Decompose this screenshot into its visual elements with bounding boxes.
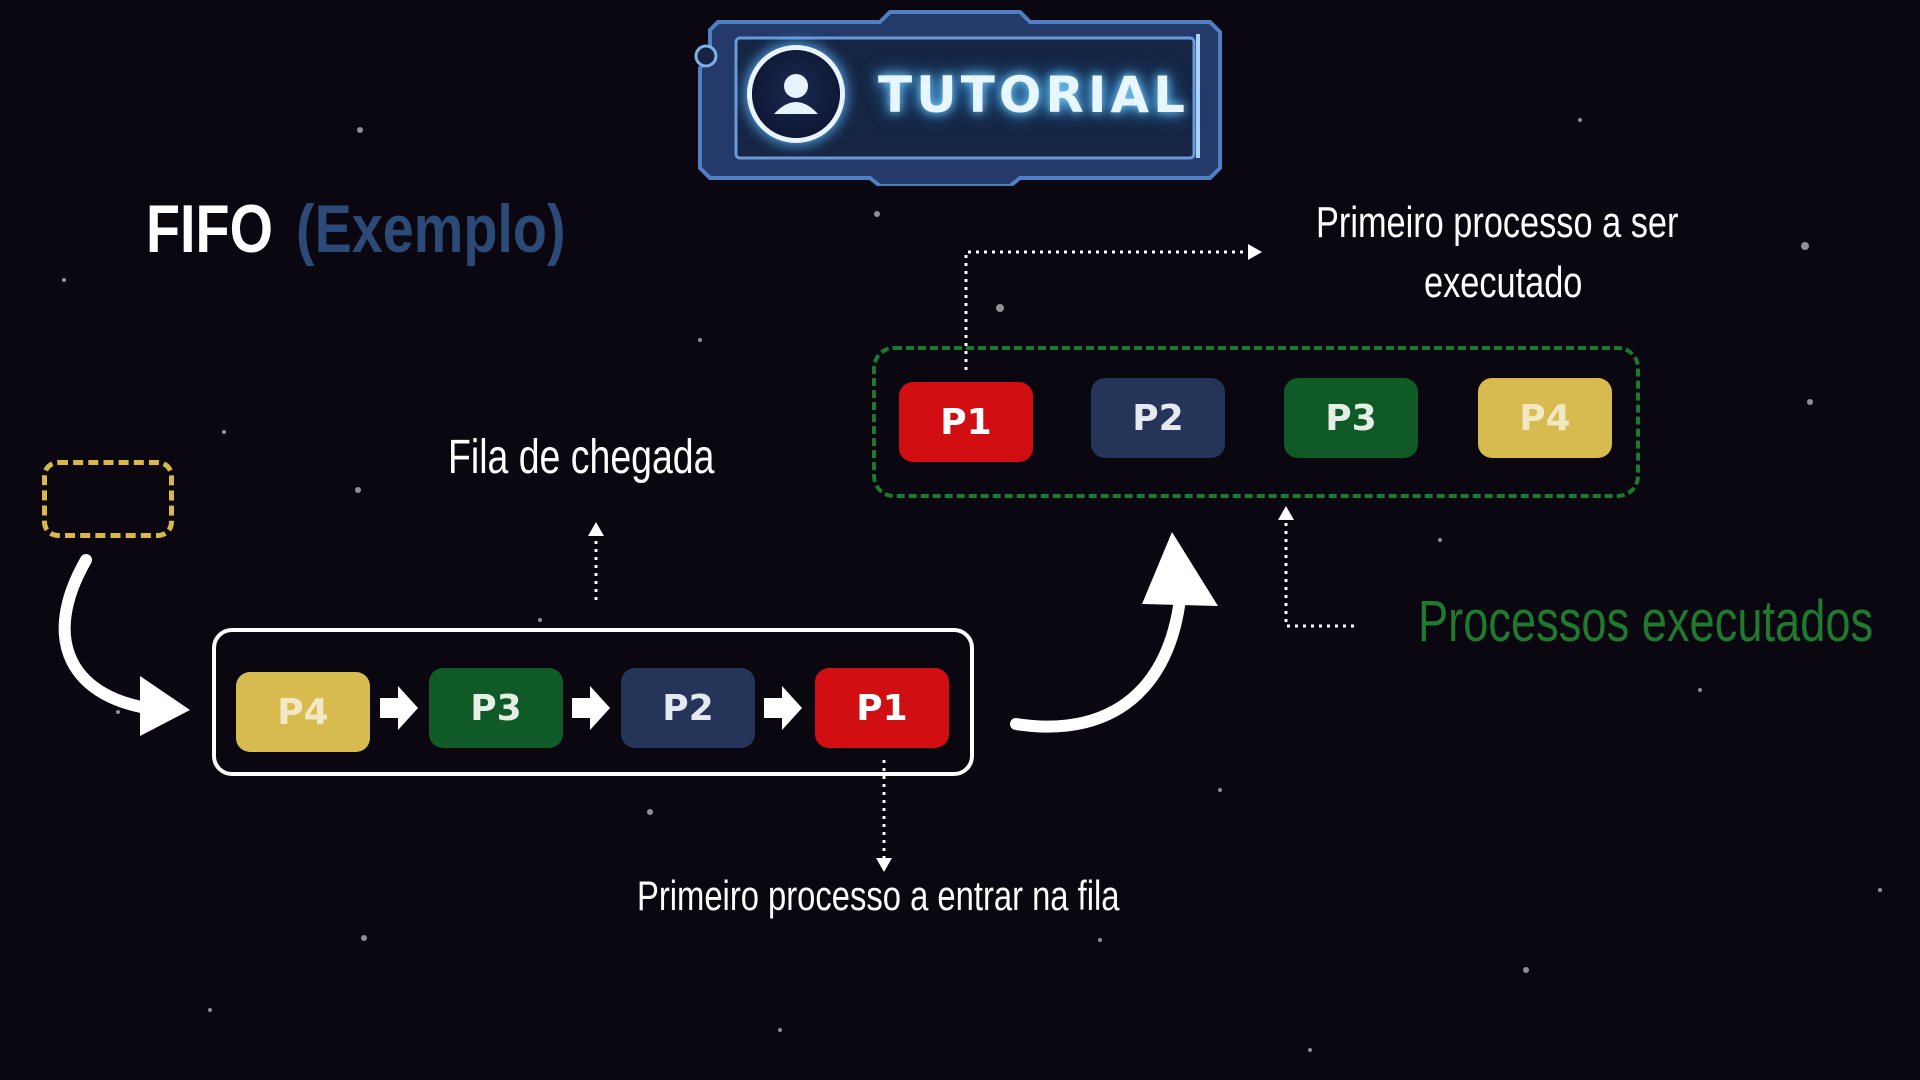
arrowhead-icon (876, 858, 892, 872)
arrowhead-icon (1278, 506, 1294, 520)
dotted-connector (1284, 516, 1354, 628)
right-arrow-icon (572, 686, 610, 730)
dotted-connector (964, 250, 1252, 370)
arrowhead-icon (1248, 244, 1262, 260)
diagram-connectors (58, 244, 1354, 872)
curved-arrow-head (1142, 532, 1218, 606)
arrowhead-icon (588, 522, 604, 536)
curved-arrow-head (140, 676, 190, 736)
right-arrow-icon (764, 686, 802, 730)
queue-arrows (380, 686, 802, 730)
slide: TUTORIAL FIFO (Exemplo) Fila de chegada … (0, 0, 1920, 1080)
right-arrow-icon (380, 686, 418, 730)
